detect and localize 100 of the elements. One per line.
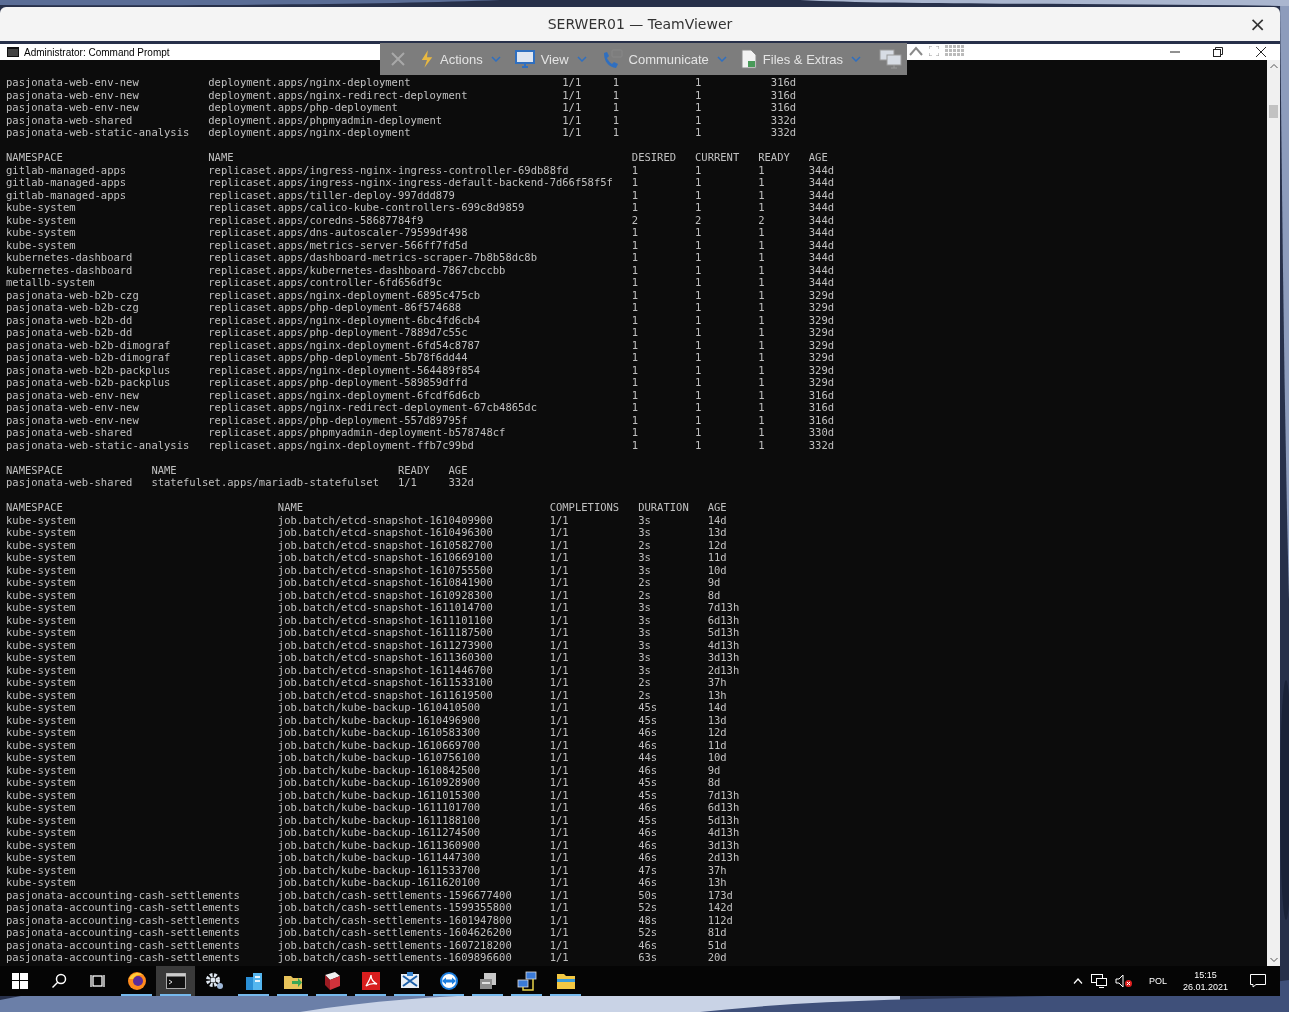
table-cell-text: 1/1: [549, 813, 570, 826]
table-cell-text: 316d: [770, 88, 798, 101]
table-cell-text: job.batch/cash-settlements-1601947800: [277, 913, 513, 926]
close-button[interactable]: ×: [1245, 14, 1270, 34]
diagram-tool-icon: [399, 971, 420, 991]
search-icon: [50, 973, 67, 989]
table-cell-text: replicaset.apps/nginx-deployment-6fd54c8787: [208, 338, 482, 351]
table-cell-text: 344d: [808, 188, 836, 201]
clock[interactable]: 15:15 26.01.2021: [1182, 969, 1228, 993]
table-cell-text: 1/1: [549, 601, 570, 614]
table-cell-text: replicaset.apps/controller-6fd656df9c: [208, 276, 444, 289]
table-cell-text: 1: [631, 188, 640, 201]
table-cell-text: pasjonata-web-b2b-packplus: [6, 363, 172, 376]
table-cell-text: 329d: [808, 363, 836, 376]
network-icon[interactable]: [1090, 974, 1107, 988]
table-cell-text: 1: [631, 238, 640, 251]
table-cell-text: 1: [631, 301, 640, 314]
table-cell-text: pasjonata-web-env-new: [6, 413, 140, 426]
table-cell-text: 1/1: [549, 801, 570, 814]
table-cell-text: 332d: [448, 476, 475, 489]
table-cell-text: 7d13h: [707, 788, 741, 801]
table-cell-text: 12d: [707, 538, 728, 551]
table-cell-text: pasjonata-web-b2b-dd: [6, 326, 134, 339]
table-cell-text: 1: [758, 251, 766, 264]
table-cell-text: job.batch/etcd-snapshot-1611187500: [277, 626, 494, 639]
speaker-muted-icon[interactable]: [1114, 974, 1133, 988]
browser-icon: [126, 971, 147, 991]
table-cell-text: 2d13h: [707, 851, 741, 864]
table-cell-text: 344d: [808, 176, 836, 189]
table-cell-text: 1: [631, 276, 640, 289]
table-cell-text: 1/1: [549, 701, 570, 714]
table-cell-text: 1: [758, 376, 766, 389]
caret-icon[interactable]: [1072, 978, 1083, 984]
table-cell-text: 13h: [707, 688, 728, 701]
table-cell-text: 1/1: [549, 838, 570, 851]
toolbar-menu[interactable]: Communicate: [600, 49, 735, 69]
table-cell-text: replicaset.apps/dns-autoscaler-79599df498: [208, 226, 469, 239]
server-icon: [477, 971, 498, 991]
table-cell-text: 112d: [707, 913, 734, 926]
table-cell-text: 1: [631, 326, 640, 339]
table-cell-text: 7d13h: [707, 601, 741, 614]
table-cell-text: 11d: [707, 738, 728, 751]
table-cell-text: kube-system: [6, 701, 77, 714]
table-cell-text: 20d: [707, 951, 728, 964]
table-cell-text: pasjonata-web-b2b-dimograf: [6, 351, 172, 364]
restore-icon[interactable]: [1213, 47, 1223, 57]
table-cell-text: job.batch/kube-backup-1611188100: [277, 813, 482, 826]
taskbar-button[interactable]: [156, 966, 195, 996]
monitors-icon[interactable]: [879, 49, 903, 69]
table-cell-text: job.batch/cash-settlements-1599355800: [277, 901, 513, 914]
toolbar-menu[interactable]: View: [514, 50, 595, 68]
table-cell-text: 13h: [707, 876, 728, 889]
table-cell-text: 1: [631, 401, 640, 414]
table-cell-text: 316d: [770, 76, 798, 89]
table-cell-text: pasjonata-web-env-new: [6, 88, 140, 101]
table-cell-text: 1: [695, 188, 703, 201]
table-cell-text: job.batch/kube-backup-1610842500: [277, 763, 482, 776]
table-cell-text: 9d: [707, 763, 722, 776]
table-cell-text: pasjonata-accounting-cash-settlements: [6, 888, 241, 901]
table-cell-text: 6d13h: [707, 613, 741, 626]
column-header: AGE: [448, 463, 469, 476]
toolbar-menu[interactable]: Files & Extras: [740, 49, 869, 69]
table-cell-text: 1/1: [549, 938, 570, 951]
table-cell-text: 329d: [808, 326, 836, 339]
table-cell-text: 1: [758, 288, 766, 301]
collapse-icon[interactable]: [909, 46, 923, 56]
caret-icon: [490, 56, 501, 62]
notifications-icon[interactable]: [1250, 974, 1266, 988]
table-cell-text: 316d: [808, 413, 836, 426]
table-cell-text: 1: [631, 438, 640, 451]
table-cell-text: 46s: [638, 851, 659, 864]
table-cell-text: 3s: [638, 563, 652, 576]
close-icon[interactable]: [1256, 47, 1266, 57]
table-cell-text: 1: [758, 176, 766, 189]
table-cell-text: job.batch/kube-backup-1611447300: [277, 851, 482, 864]
table-cell-text: 1: [695, 376, 703, 389]
table-cell-text: deployment.apps/php-deployment: [208, 101, 399, 114]
scrollbar-thumb[interactable]: [1269, 105, 1278, 118]
table-cell-text: job.batch/kube-backup-1611101700: [277, 801, 482, 814]
toolbar-menu[interactable]: Actions: [420, 50, 509, 68]
document-icon: [360, 971, 381, 991]
table-cell-text: kube-system: [6, 626, 77, 639]
table-cell-text: kube-system: [6, 813, 77, 826]
caret-icon: [576, 56, 587, 62]
table-cell-text: kube-system: [6, 601, 77, 614]
table-cell-text: 332d: [808, 438, 836, 451]
table-cell-text: deployment.apps/nginx-deployment: [208, 76, 412, 89]
table-cell-text: kube-system: [6, 551, 77, 564]
table-cell-text: kube-system: [6, 663, 77, 676]
table-cell-text: job.batch/etcd-snapshot-1611273900: [277, 638, 494, 651]
table-cell-text: 1: [758, 301, 766, 314]
table-cell-text: 1/1: [549, 751, 570, 764]
table-cell-text: kube-system: [6, 801, 77, 814]
table-cell-text: 1: [695, 438, 703, 451]
table-cell-text: 11d: [707, 551, 728, 564]
table-cell-text: 3s: [638, 551, 652, 564]
table-cell-text: 1: [631, 338, 640, 351]
scrollbar[interactable]: [1267, 60, 1280, 966]
language-indicator[interactable]: POL: [1148, 976, 1167, 986]
table-cell-text: 1/1: [549, 738, 570, 751]
